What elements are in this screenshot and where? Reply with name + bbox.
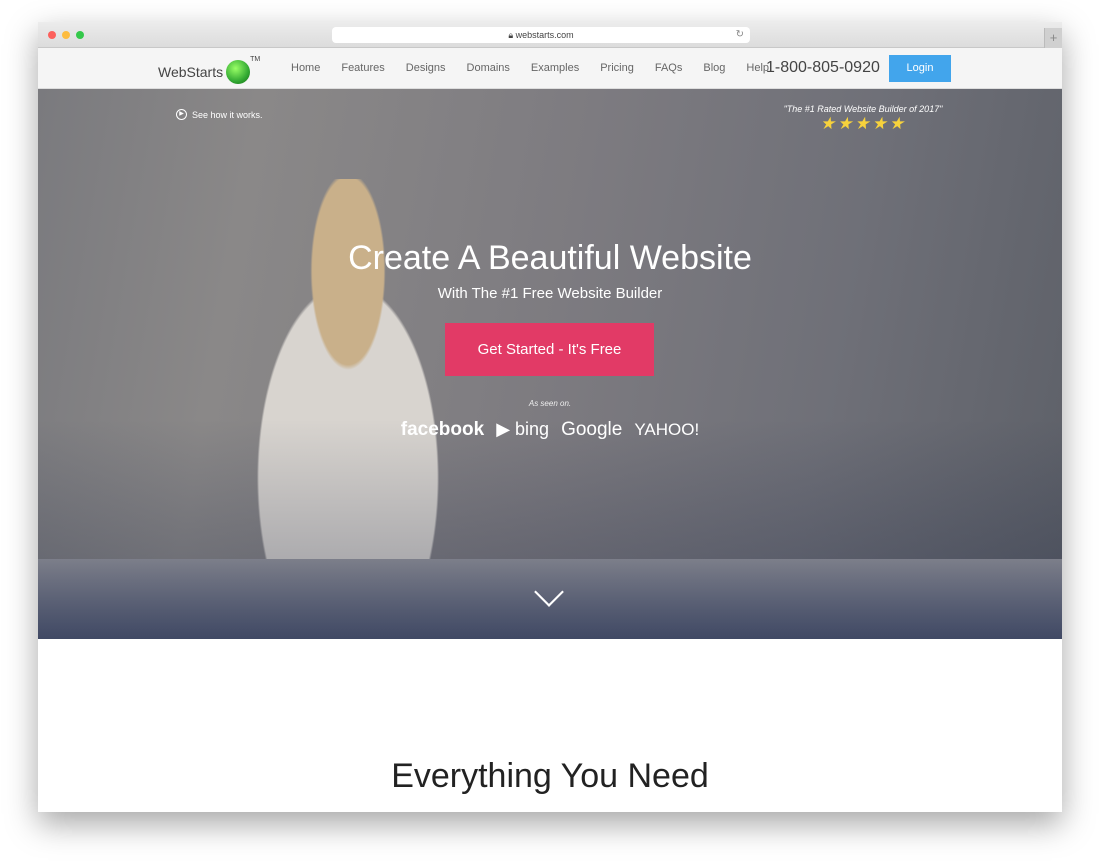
lock-icon: 🔒︎ <box>508 30 516 40</box>
as-seen-on-label: As seen on. <box>528 399 572 408</box>
site-navbar: WebStarts TM Home Features Designs Domain… <box>38 48 1062 89</box>
minimize-window-button[interactable] <box>62 31 70 39</box>
url-text: webstarts.com <box>515 30 574 40</box>
address-bar[interactable]: 🔒︎ webstarts.com ↻ <box>332 27 750 43</box>
bing-text: bing <box>515 419 550 439</box>
maximize-window-button[interactable] <box>76 31 84 39</box>
see-how-label: See how it works. <box>192 109 263 120</box>
yahoo-logo: YAHOO! <box>634 420 700 439</box>
press-logos: facebook ▶ bing Google YAHOO! <box>38 419 1062 441</box>
login-button[interactable]: Login <box>889 55 951 82</box>
green-ball-icon <box>226 60 251 84</box>
logo-text: WebStarts <box>158 64 224 80</box>
logo[interactable]: WebStarts TM <box>158 56 260 84</box>
rating-quote: "The #1 Rated Website Builder of 2017" <box>783 104 943 114</box>
nav-home[interactable]: Home <box>291 62 320 74</box>
new-tab-button[interactable]: + <box>1044 28 1062 48</box>
rating-badge: "The #1 Rated Website Builder of 2017" ★★… <box>778 104 948 134</box>
star-rating-icons: ★★★★★ <box>819 114 907 133</box>
get-started-button[interactable]: Get Started - It's Free <box>445 323 654 376</box>
nav-examples[interactable]: Examples <box>531 62 579 74</box>
nav-pricing[interactable]: Pricing <box>600 62 634 74</box>
hero-title: Create A Beautiful Website <box>348 239 752 277</box>
nav-features[interactable]: Features <box>341 62 384 74</box>
nav-faqs[interactable]: FAQs <box>655 62 683 74</box>
reload-icon[interactable]: ↻ <box>736 27 744 43</box>
nav-domains[interactable]: Domains <box>467 62 510 74</box>
see-how-it-works-link[interactable]: ▶ See how it works. <box>176 109 263 120</box>
nav-blog[interactable]: Blog <box>703 62 725 74</box>
trademark: TM <box>250 56 261 63</box>
hero-subtitle: With The #1 Free Website Builder <box>437 285 663 302</box>
google-logo: Google <box>561 419 623 440</box>
section-title: Everything You Need <box>391 757 709 795</box>
bing-logo: ▶ bing <box>496 419 550 439</box>
browser-window: 🔒︎ webstarts.com ↻ + WebStarts TM Home Fea… <box>38 22 1062 812</box>
facebook-logo: facebook <box>400 419 485 440</box>
browser-toolbar: 🔒︎ webstarts.com ↻ + <box>38 22 1062 48</box>
phone-number[interactable]: 1-800-805-0920 <box>766 59 880 77</box>
play-icon: ▶ <box>176 109 187 120</box>
close-window-button[interactable] <box>48 31 56 39</box>
hero-section: ▶ See how it works. "The #1 Rated Website… <box>38 89 1062 639</box>
nav-designs[interactable]: Designs <box>406 62 446 74</box>
